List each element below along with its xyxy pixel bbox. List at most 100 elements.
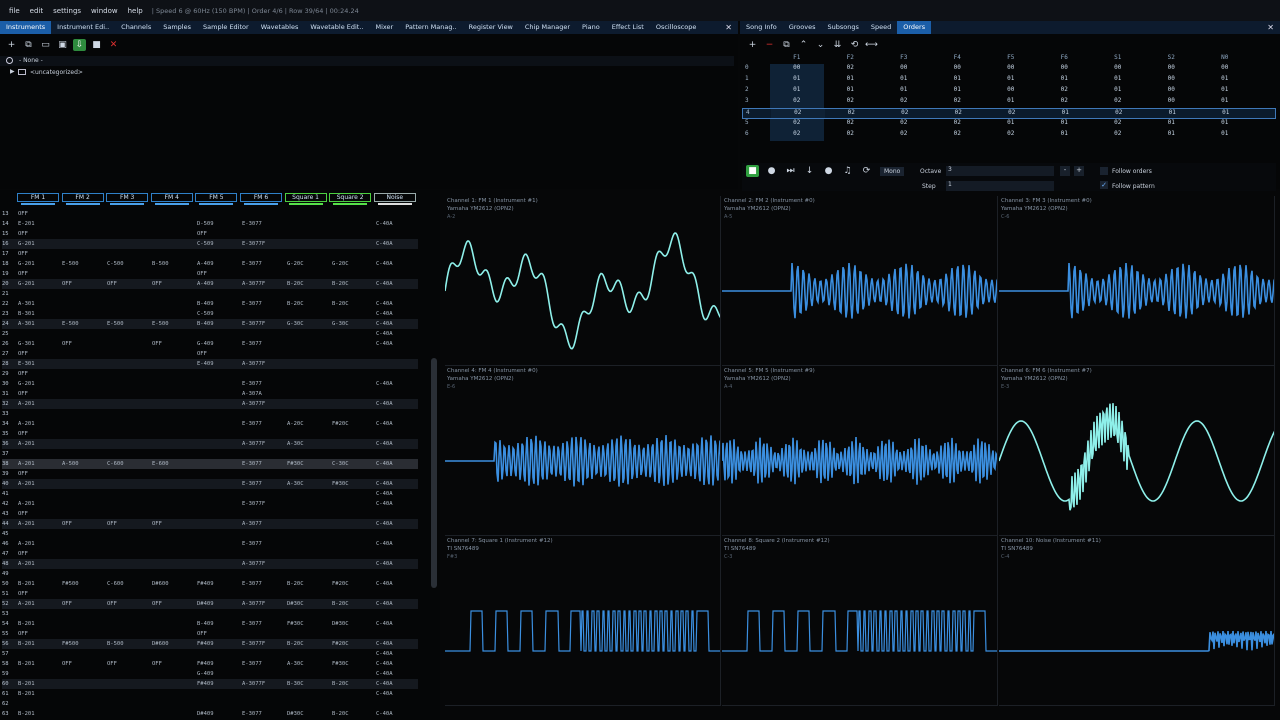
play-from-start-icon[interactable]: ● — [765, 165, 778, 177]
order-cell[interactable]: 01 — [770, 75, 824, 86]
pattern-cell[interactable]: OFF — [197, 269, 207, 279]
play-icon[interactable]: ■ — [746, 165, 759, 177]
order-cell[interactable]: 00 — [984, 64, 1038, 75]
pattern-cell[interactable]: C-509 — [197, 239, 214, 249]
pattern-cell[interactable]: B-201 — [18, 659, 35, 669]
channel-header-fm-5[interactable]: FM 5 — [195, 193, 238, 202]
pattern-cell[interactable]: B-201 — [18, 639, 35, 649]
skip-icon[interactable]: ⏭ — [784, 165, 797, 177]
pattern-cell[interactable]: C-40A — [376, 709, 393, 719]
pattern-cell[interactable]: E-500 — [62, 319, 79, 329]
pattern-cell[interactable]: OFF — [197, 349, 207, 359]
order-cell[interactable]: 02 — [877, 119, 931, 130]
pattern-cell[interactable]: E-301 — [18, 359, 35, 369]
pattern-cell[interactable]: G-201 — [18, 379, 35, 389]
tab-effect-list[interactable]: Effect List — [606, 21, 650, 34]
tab-wavetables[interactable]: Wavetables — [255, 21, 305, 34]
pattern-cell[interactable]: D#30C — [287, 599, 304, 609]
pattern-cell[interactable]: D#600 — [152, 639, 169, 649]
pattern-cell[interactable]: A-201 — [18, 459, 35, 469]
pattern-cell[interactable]: F#409 — [197, 679, 214, 689]
pattern-cell[interactable]: G-30C — [332, 319, 349, 329]
pattern-cell[interactable]: B-409 — [197, 299, 214, 309]
menu-window[interactable]: window — [86, 7, 123, 15]
pattern-cell[interactable]: F#20C — [332, 579, 349, 589]
order-cell[interactable]: 00 — [877, 64, 931, 75]
close-right-pane-icon[interactable]: ✕ — [1261, 23, 1280, 32]
pattern-cell[interactable]: C-40A — [376, 579, 393, 589]
pattern-cell[interactable]: B-20C — [287, 279, 304, 289]
pattern-cell[interactable]: C-40A — [376, 399, 393, 409]
order-cell[interactable]: 02 — [1092, 109, 1146, 118]
pattern-cell[interactable]: E-3077 — [242, 299, 262, 309]
tab-instrument-edi[interactable]: Instrument Edi.. — [51, 21, 115, 34]
pattern-cell[interactable]: G-20C — [287, 259, 304, 269]
pattern-cell[interactable]: B-500 — [107, 639, 124, 649]
pattern-cell[interactable]: C-40A — [376, 639, 393, 649]
pattern-cell[interactable]: C-40A — [376, 669, 393, 679]
oscilloscope-channel-2[interactable]: Channel 2: FM 2 (Instrument #0) Yamaha YM… — [722, 196, 998, 366]
step-input[interactable]: 1 — [946, 181, 1054, 191]
add-order-icon[interactable]: + — [746, 39, 759, 51]
order-cell[interactable]: 00 — [984, 86, 1038, 97]
pattern-cell[interactable]: OFF — [18, 249, 28, 259]
pattern-cell[interactable]: B-20C — [332, 679, 349, 689]
pattern-cell[interactable]: F#409 — [197, 659, 214, 669]
pattern-cell[interactable]: G-201 — [18, 239, 35, 249]
pattern-cell[interactable]: A-30C — [287, 659, 304, 669]
pattern-cell[interactable]: C-600 — [107, 459, 124, 469]
order-cell[interactable]: 02 — [932, 109, 986, 118]
pattern-cell[interactable]: C-40A — [376, 619, 393, 629]
oscilloscope-channel-6[interactable]: Channel 6: FM 6 (Instrument #7) Yamaha YM… — [999, 366, 1275, 536]
pattern-cell[interactable]: E-3077 — [242, 709, 262, 719]
channel-header-fm-3[interactable]: FM 3 — [106, 193, 149, 202]
pattern-cell[interactable]: E-3077 — [242, 259, 262, 269]
order-cell[interactable]: 02 — [770, 119, 824, 130]
pattern-cell[interactable]: OFF — [197, 229, 207, 239]
pattern-cell[interactable]: OFF — [152, 519, 162, 529]
double-down-icon[interactable]: ⇊ — [831, 39, 844, 51]
pattern-cell[interactable]: C-40A — [376, 499, 393, 509]
pattern-cell[interactable]: G-409 — [197, 339, 214, 349]
pattern-cell[interactable]: C-40A — [376, 559, 393, 569]
pattern-cell[interactable]: A-301 — [18, 319, 35, 329]
pattern-cell[interactable]: OFF — [18, 549, 28, 559]
pattern-cell[interactable]: B-20C — [287, 639, 304, 649]
pattern-cell[interactable]: C-40A — [376, 679, 393, 689]
order-cell[interactable]: 01 — [1038, 119, 1092, 130]
order-cell[interactable]: 01 — [931, 86, 985, 97]
tab-chip-manager[interactable]: Chip Manager — [519, 21, 576, 34]
pattern-cell[interactable]: B-201 — [18, 679, 35, 689]
order-cell[interactable]: 02 — [878, 109, 932, 118]
order-cell[interactable]: 01 — [877, 75, 931, 86]
order-cell[interactable]: 02 — [1038, 97, 1092, 108]
pattern-cell[interactable]: B-301 — [18, 309, 35, 319]
pattern-cell[interactable]: F#500 — [62, 639, 79, 649]
pattern-cell[interactable]: D#600 — [152, 579, 169, 589]
pattern-cell[interactable]: A-409 — [197, 279, 214, 289]
pattern-cell[interactable]: A-301 — [18, 299, 35, 309]
pattern-cell[interactable]: OFF — [62, 599, 72, 609]
order-cell[interactable]: 02 — [984, 130, 1038, 141]
pattern-cell[interactable]: D#30C — [332, 619, 349, 629]
menu-file[interactable]: file — [4, 7, 25, 15]
pattern-cell[interactable]: E-201 — [18, 219, 35, 229]
duplicate-order-icon[interactable]: ⧉ — [780, 39, 793, 51]
pattern-cell[interactable]: A-3077F — [242, 559, 265, 569]
pattern-cell[interactable]: E-3077 — [242, 479, 262, 489]
pattern-cell[interactable]: E-3077 — [242, 459, 262, 469]
pattern-cell[interactable]: A-201 — [18, 439, 35, 449]
order-cell[interactable]: 02 — [824, 97, 878, 108]
pattern-cell[interactable]: G-201 — [18, 279, 35, 289]
follow-pattern-checkbox[interactable]: ✓ — [1100, 181, 1108, 189]
order-cell[interactable]: 01 — [824, 86, 878, 97]
tab-oscilloscope[interactable]: Oscilloscope — [650, 21, 703, 34]
instrument-none-row[interactable]: - None - — [0, 56, 734, 66]
pattern-cell[interactable]: D-509 — [197, 219, 214, 229]
pattern-cell[interactable]: OFF — [18, 369, 28, 379]
pattern-cell[interactable]: C-500 — [107, 259, 124, 269]
pattern-cell[interactable]: A-3077F — [242, 439, 265, 449]
order-cell[interactable]: 01 — [1145, 130, 1199, 141]
tab-sample-editor[interactable]: Sample Editor — [197, 21, 255, 34]
octave-plus-button[interactable]: + — [1074, 166, 1084, 176]
